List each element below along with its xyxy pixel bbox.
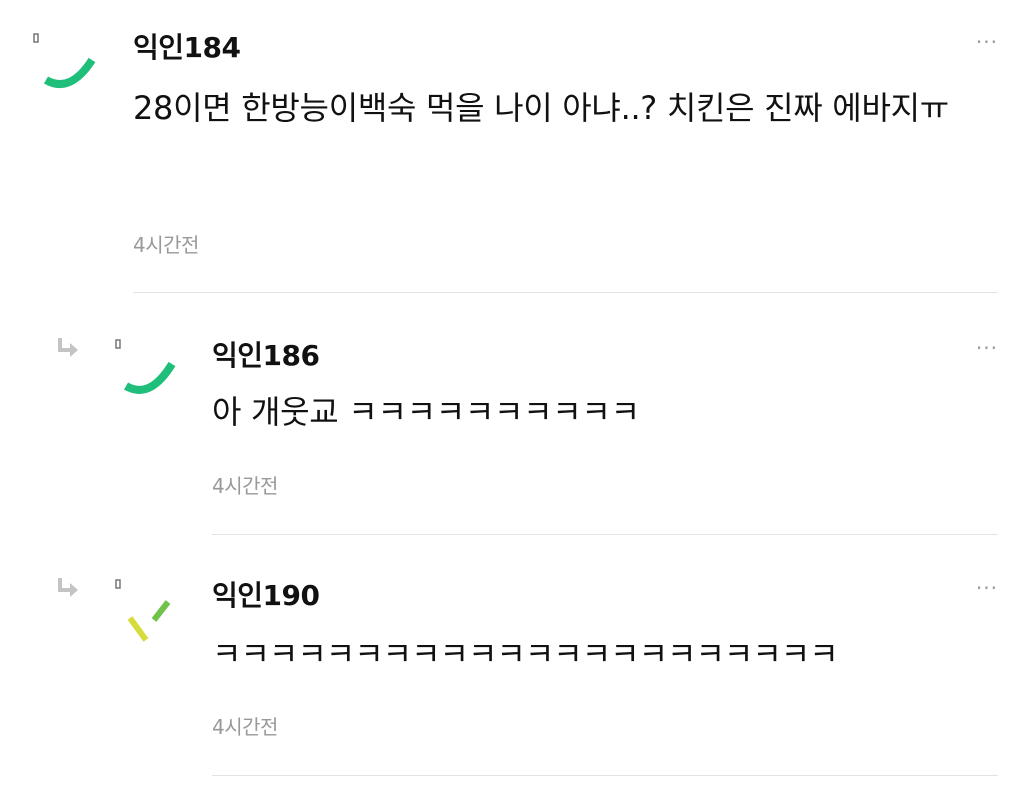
divider [212,534,998,535]
comment-author[interactable]: 익인184 [133,26,241,66]
comment-author[interactable]: 익인190 [212,574,320,614]
green-arc-avatar-icon[interactable] [102,328,182,408]
more-options-button[interactable]: ··· [976,30,998,54]
green-arc-avatar-icon[interactable] [22,22,102,102]
more-options-button[interactable]: ··· [976,336,998,360]
divider [133,292,998,293]
comment-text: 아 개웃교 ㅋㅋㅋㅋㅋㅋㅋㅋㅋㅋ [212,393,640,431]
green-dash-avatar-icon[interactable] [102,568,182,648]
comment-time: 4시간전 [133,233,199,257]
comment-time: 4시간전 [212,474,278,498]
more-options-button[interactable]: ··· [976,576,998,600]
divider [212,775,998,776]
comment-time: 4시간전 [212,715,278,739]
comment-text: 28이면 한방능이백숙 먹을 나이 아냐..? 치킨은 진짜 에바지ㅠ [133,89,949,127]
comment-text: ㅋㅋㅋㅋㅋㅋㅋㅋㅋㅋㅋㅋㅋㅋㅋㅋㅋㅋㅋㅋㅋㅋ [212,635,839,673]
comment-author[interactable]: 익인186 [212,334,320,374]
reply-arrow-icon [56,336,84,360]
reply-arrow-icon [56,576,84,600]
